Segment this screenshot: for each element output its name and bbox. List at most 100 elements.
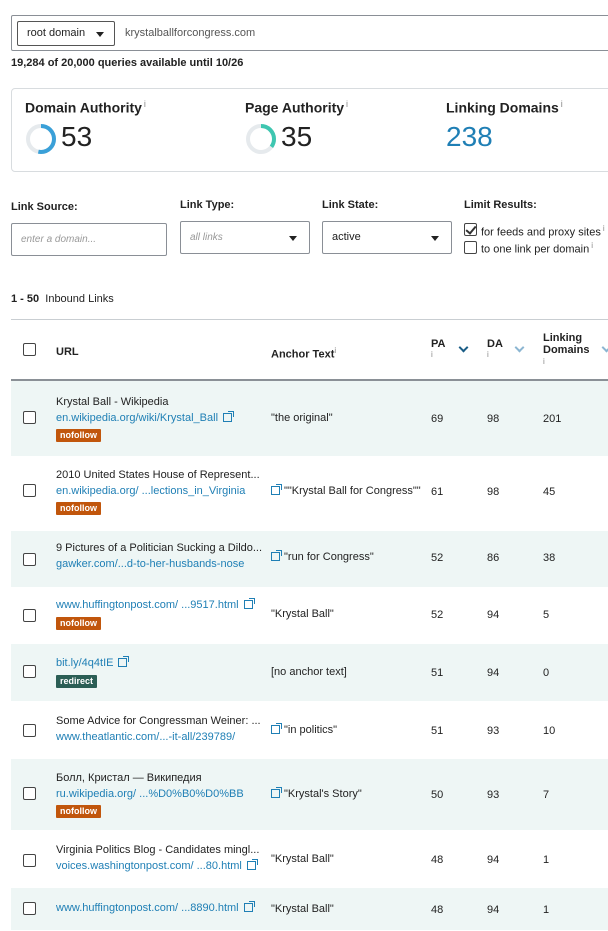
info-icon[interactable]: i <box>591 241 593 250</box>
link-url[interactable]: bit.ly/4q4tIE <box>56 656 130 669</box>
external-link-icon[interactable] <box>243 901 255 912</box>
row-checkbox[interactable] <box>23 665 36 678</box>
da-value: 94 <box>487 609 500 621</box>
nofollow-badge: nofollow <box>56 617 101 630</box>
quota-text: 19,284 of 20,000 queries available until… <box>11 57 244 69</box>
row-checkbox[interactable] <box>23 902 36 915</box>
nofollow-badge: nofollow <box>56 805 101 818</box>
anchor-text: "Krystal Ball" <box>271 903 334 915</box>
anchor-text: "run for Congress" <box>271 550 374 563</box>
one-link-per-domain-checkbox[interactable] <box>464 241 477 254</box>
link-type-value: all links <box>190 232 223 243</box>
table-header: URL Anchor Texti PA i DA i Linking Domains i <box>11 319 608 381</box>
table-row: www.huffingtonpost.com/ ...8890.html "Kr… <box>11 888 608 930</box>
link-title: 2010 United States House of Represent... <box>56 469 260 481</box>
external-link-icon[interactable] <box>246 859 258 870</box>
anchor-text: ""Krystal Ball for Congress"" <box>271 484 421 497</box>
column-da[interactable]: DA i <box>487 338 503 365</box>
search-input[interactable]: krystalballforcongress.com <box>125 27 255 39</box>
table-row: Krystal Ball - Wikipedia en.wikipedia.or… <box>11 381 608 456</box>
progress-ring-icon <box>246 124 276 154</box>
da-value: 94 <box>487 904 500 916</box>
nofollow-badge: nofollow <box>56 429 101 442</box>
link-url[interactable]: voices.washingtonpost.com/ ...80.html <box>56 859 258 872</box>
external-link-icon[interactable] <box>271 723 282 734</box>
da-value: 98 <box>487 486 500 498</box>
metric-value: 53 <box>61 121 93 152</box>
table-row: Болл, Кристал — Википедия ru.wikipedia.o… <box>11 759 608 830</box>
external-link-icon[interactable] <box>271 484 282 495</box>
link-url[interactable]: www.theatlantic.com/...-it-all/239789/ <box>56 731 235 743</box>
link-url[interactable]: en.wikipedia.org/ ...lections_in_Virgini… <box>56 485 245 497</box>
row-checkbox[interactable] <box>23 787 36 800</box>
row-checkbox[interactable] <box>23 854 36 867</box>
pa-value: 52 <box>431 552 444 564</box>
link-source-input[interactable]: enter a domain... <box>11 223 167 256</box>
scope-select[interactable]: root domain <box>17 21 115 46</box>
row-checkbox[interactable] <box>23 484 36 497</box>
column-pa[interactable]: PA i <box>431 338 445 365</box>
row-checkbox[interactable] <box>23 553 36 566</box>
link-type-select[interactable]: all links <box>180 221 310 254</box>
row-checkbox[interactable] <box>23 724 36 737</box>
info-icon[interactable]: i <box>561 99 563 109</box>
inbound-links-table: URL Anchor Texti PA i DA i Linking Domains i… <box>11 319 608 930</box>
anchor-text: "Krystal Ball" <box>271 853 334 865</box>
linking-domains-value: 7 <box>543 789 550 801</box>
pa-value: 48 <box>431 904 444 916</box>
info-icon[interactable]: i <box>144 99 146 109</box>
column-linking-domains[interactable]: Linking Domains i <box>543 332 589 372</box>
metric-title: Domain Authority i <box>25 99 146 116</box>
info-icon[interactable]: i <box>334 346 336 355</box>
pa-value: 51 <box>431 667 444 679</box>
metric-linking-domains: Linking Domains i 238 <box>446 99 563 152</box>
caret-down-icon <box>289 236 297 241</box>
pa-value: 69 <box>431 413 444 425</box>
column-url[interactable]: URL <box>56 346 79 358</box>
metric-page-authority: Page Authority i 35 <box>245 99 348 154</box>
metric-domain-authority: Domain Authority i 53 <box>25 99 146 154</box>
external-link-icon[interactable] <box>223 411 235 422</box>
link-url[interactable]: gawker.com/...d-to-her-husbands-nose <box>56 558 244 570</box>
select-all-checkbox[interactable] <box>23 343 36 356</box>
link-state-select[interactable]: active <box>322 221 452 254</box>
table-row: 2010 United States House of Represent...… <box>11 456 608 531</box>
metric-value: 35 <box>281 121 313 152</box>
link-title: Болл, Кристал — Википедия <box>56 772 202 784</box>
linking-domains-value: 5 <box>543 609 550 621</box>
info-icon[interactable]: i <box>543 357 545 366</box>
row-checkbox[interactable] <box>23 411 36 424</box>
link-url[interactable]: www.huffingtonpost.com/ ...8890.html <box>56 901 255 914</box>
feeds-proxy-checkbox[interactable] <box>464 223 477 236</box>
info-icon[interactable]: i <box>431 350 433 359</box>
link-url[interactable]: en.wikipedia.org/wiki/Krystal_Ball <box>56 411 235 424</box>
info-icon[interactable]: i <box>487 350 489 359</box>
sort-icon[interactable] <box>601 342 608 353</box>
redirect-badge: redirect <box>56 675 98 688</box>
info-icon[interactable]: i <box>346 99 348 109</box>
linking-domains-value: 38 <box>543 552 556 564</box>
external-link-icon[interactable] <box>271 787 282 798</box>
external-link-icon[interactable] <box>243 598 255 609</box>
external-link-icon[interactable] <box>271 550 282 561</box>
anchor-text: "Krystal's Story" <box>271 787 362 800</box>
link-url[interactable]: ru.wikipedia.org/ ...%D0%B0%D0%BB <box>56 788 244 800</box>
pa-value: 61 <box>431 486 444 498</box>
metric-title: Linking Domains i <box>446 99 563 116</box>
external-link-icon[interactable] <box>118 656 130 667</box>
linking-domains-value: 10 <box>543 725 556 737</box>
metric-value-link[interactable]: 238 <box>446 121 493 153</box>
linking-domains-value: 45 <box>543 486 556 498</box>
column-anchor-text[interactable]: Anchor Texti <box>271 346 336 361</box>
sort-icon[interactable] <box>514 342 525 353</box>
link-title: Virginia Politics Blog - Candidates ming… <box>56 844 260 856</box>
sort-desc-icon[interactable] <box>458 342 469 353</box>
limit-results-label: Limit Results: <box>464 199 537 211</box>
row-checkbox[interactable] <box>23 609 36 622</box>
link-url[interactable]: www.huffingtonpost.com/ ...9517.html <box>56 598 255 611</box>
pa-value: 51 <box>431 725 444 737</box>
linking-domains-value: 0 <box>543 667 550 679</box>
pa-value: 52 <box>431 609 444 621</box>
link-source-label: Link Source: <box>11 201 78 213</box>
info-icon[interactable]: i <box>603 224 605 233</box>
